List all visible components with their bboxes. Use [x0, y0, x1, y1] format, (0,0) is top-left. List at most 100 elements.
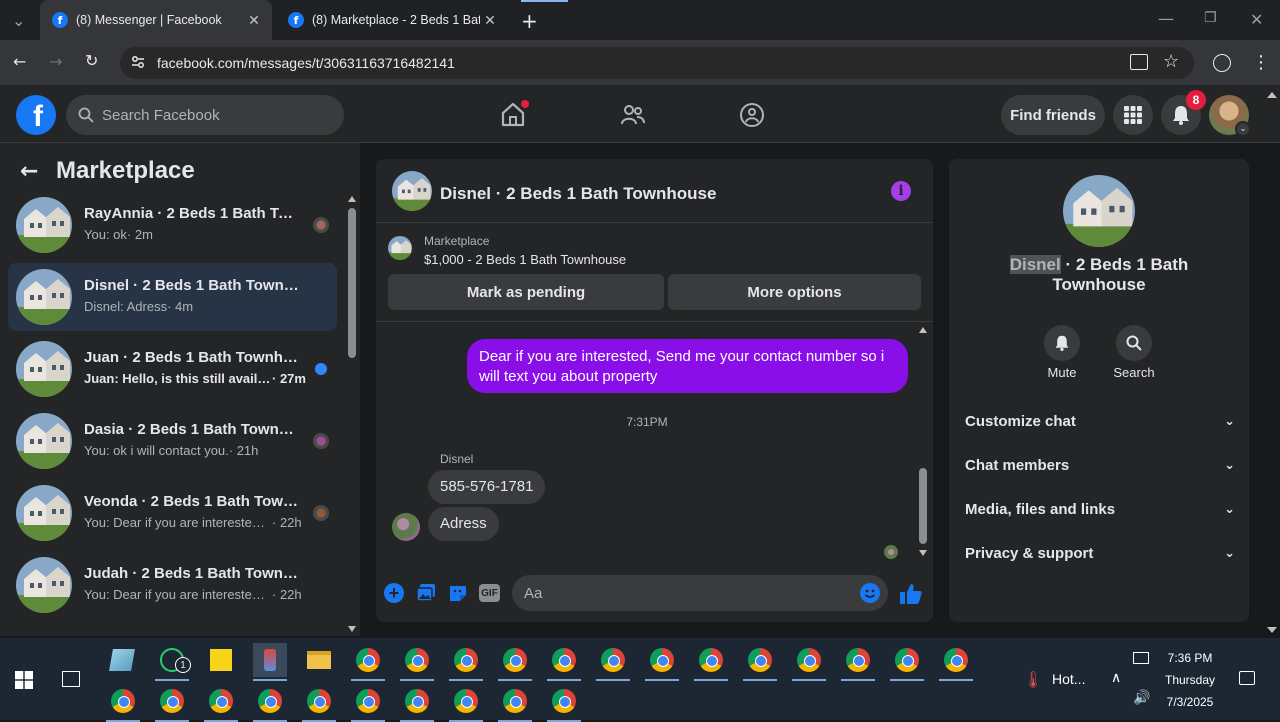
show-hidden-icons-chevron-icon[interactable]: ∧ [1111, 670, 1121, 686]
chrome-window-icon[interactable] [743, 643, 777, 681]
clock-date[interactable]: 7/3/2025 [1160, 695, 1220, 709]
incoming-message[interactable]: Adress [428, 507, 499, 541]
clock-day[interactable]: Thursday [1160, 673, 1220, 687]
customize-chat-section[interactable]: Customize chat ⌄ [965, 406, 1235, 436]
chrome-window-icon[interactable] [253, 684, 287, 722]
back-arrow-icon[interactable]: ← [20, 159, 38, 184]
page-scroll-down-icon[interactable] [1267, 627, 1277, 633]
chrome-window-icon[interactable] [449, 684, 483, 722]
incoming-message[interactable]: 585-576-1781 [428, 470, 546, 504]
scrollbar-thumb[interactable] [348, 208, 356, 358]
privacy-support-section[interactable]: Privacy & support ⌄ [965, 538, 1235, 568]
url-bar[interactable]: facebook.com/messages/t/3063116371648214… [120, 47, 1194, 79]
gif-icon[interactable]: GIF [479, 584, 500, 602]
close-tab-icon[interactable]: ✕ [244, 12, 264, 29]
forward-icon[interactable]: → [49, 52, 62, 71]
message-scrollbar[interactable] [917, 325, 929, 559]
scrollbar-thumb[interactable] [919, 468, 927, 544]
chrome-window-icon[interactable] [302, 684, 336, 722]
close-window-icon[interactable]: ✕ [1250, 10, 1263, 29]
find-friends-button[interactable]: Find friends [1001, 95, 1105, 135]
chat-title[interactable]: Disnel · 2 Beds 1 Bath Townhouse [440, 184, 716, 204]
conversation-row[interactable]: Disnel · 2 Beds 1 Bath Townhouse Disnel: … [8, 263, 337, 331]
media-files-links-section[interactable]: Media, files and links ⌄ [965, 494, 1235, 524]
install-app-icon[interactable] [1130, 54, 1148, 70]
volume-icon[interactable]: 🔊 [1133, 690, 1150, 706]
reload-icon[interactable]: ↻ [85, 51, 98, 70]
listing-avatar-large[interactable] [1063, 175, 1135, 247]
chrome-window-icon[interactable] [547, 643, 581, 681]
mark-as-pending-button[interactable]: Mark as pending [388, 274, 664, 310]
scroll-down-arrow-icon[interactable] [919, 550, 927, 556]
chrome-window-icon[interactable] [155, 684, 189, 722]
restore-window-icon[interactable]: ❐ [1204, 10, 1217, 26]
chrome-window-icon[interactable] [645, 643, 679, 681]
weather-icon[interactable]: 🌡 [1023, 670, 1043, 690]
facebook-logo-icon[interactable]: f [16, 95, 56, 135]
new-tab-button[interactable]: + [521, 9, 538, 33]
outgoing-message[interactable]: Dear if you are interested, Send me your… [467, 339, 908, 393]
scroll-down-arrow-icon[interactable] [348, 626, 356, 632]
whatsapp-icon[interactable]: 1 [155, 643, 191, 681]
tab-search-icon[interactable]: ⌄ [12, 11, 25, 30]
chrome-window-icon[interactable] [400, 684, 434, 722]
message-input[interactable]: Aa [512, 575, 888, 611]
chat-members-section[interactable]: Chat members ⌄ [965, 450, 1235, 480]
chrome-window-icon[interactable] [596, 643, 630, 681]
scroll-up-arrow-icon[interactable] [919, 327, 927, 333]
sticky-notes-icon[interactable] [204, 643, 238, 677]
account-chevron-icon[interactable]: ⌄ [1235, 121, 1251, 137]
chrome-window-icon[interactable] [498, 684, 532, 722]
page-scroll-up-icon[interactable] [1267, 92, 1277, 98]
minimize-window-icon[interactable]: — [1158, 9, 1174, 28]
taskbar-app-icon[interactable] [105, 643, 139, 677]
profile-icon[interactable] [1213, 54, 1231, 72]
sender-avatar[interactable] [392, 513, 420, 541]
chrome-window-icon[interactable] [106, 684, 140, 722]
conversation-row[interactable]: Judah · 2 Beds 1 Bath Townhouse You: Dear… [8, 551, 337, 619]
nav-home-icon[interactable] [500, 100, 529, 127]
more-options-button[interactable]: More options [668, 274, 921, 310]
chrome-window-icon[interactable] [351, 643, 385, 681]
emoji-icon[interactable] [860, 583, 880, 603]
chrome-window-icon[interactable] [351, 684, 385, 722]
attach-photo-icon[interactable] [416, 583, 436, 603]
listing-thumbnail[interactable] [388, 236, 412, 260]
site-info-icon[interactable] [130, 54, 146, 70]
chrome-window-icon[interactable] [939, 643, 973, 681]
chrome-window-icon[interactable] [204, 684, 238, 722]
file-explorer-icon[interactable] [302, 643, 336, 677]
sticker-icon[interactable] [448, 583, 468, 603]
listing-detail[interactable]: $1,000 - 2 Beds 1 Bath Townhouse [424, 252, 626, 267]
chrome-window-icon[interactable] [449, 643, 483, 681]
windows-start-icon[interactable] [15, 671, 33, 689]
network-icon[interactable] [1133, 652, 1149, 664]
menu-grid-button[interactable] [1113, 95, 1153, 135]
chrome-window-icon[interactable] [694, 643, 728, 681]
scroll-up-arrow-icon[interactable] [348, 196, 356, 202]
chrome-window-icon[interactable] [400, 643, 434, 681]
chat-list-scrollbar[interactable] [346, 196, 358, 632]
nav-friends-icon[interactable] [620, 102, 646, 128]
chrome-window-icon[interactable] [792, 643, 826, 681]
search-in-conversation-button[interactable] [1116, 325, 1152, 361]
notification-center-icon[interactable] [1239, 671, 1255, 685]
conversation-row[interactable]: Veonda · 2 Beds 1 Bath Townh... You: Dear… [8, 479, 337, 547]
conversation-row[interactable]: Dasia · 2 Beds 1 Bath Townho... You: ok i… [8, 407, 337, 475]
url-text[interactable]: facebook.com/messages/t/3063116371648214… [157, 55, 455, 71]
chrome-window-icon[interactable] [547, 684, 581, 722]
clock-time[interactable]: 7:36 PM [1160, 651, 1220, 665]
more-actions-plus-icon[interactable]: + [384, 583, 404, 603]
chrome-window-icon[interactable] [890, 643, 924, 681]
chrome-window-icon[interactable] [498, 643, 532, 681]
weather-text[interactable]: Hot... [1052, 671, 1085, 687]
conversation-row[interactable]: Juan · 2 Beds 1 Bath Townhouse Juan: Hell… [8, 335, 337, 403]
conversation-info-icon[interactable]: i [891, 181, 911, 201]
search-input[interactable] [102, 106, 322, 124]
close-tab-icon[interactable]: ✕ [480, 12, 500, 29]
facebook-search[interactable] [66, 95, 344, 135]
mute-button[interactable] [1044, 325, 1080, 361]
snipping-tool-icon[interactable] [253, 643, 287, 681]
tab-marketplace[interactable]: f (8) Marketplace - 2 Beds 1 Bath ✕ [276, 0, 508, 40]
chat-header-avatar[interactable] [392, 171, 432, 211]
